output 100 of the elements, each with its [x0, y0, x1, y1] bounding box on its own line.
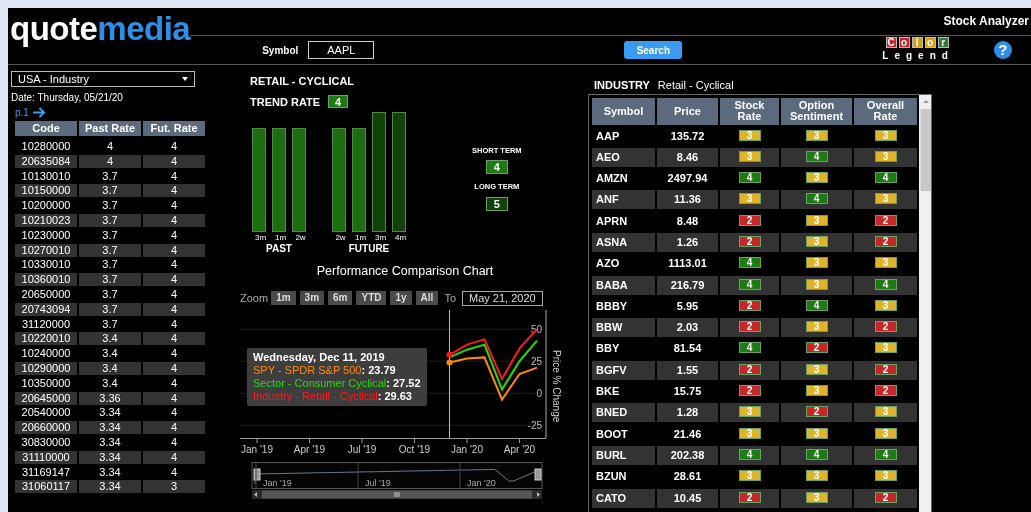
- legend-label: Legend: [882, 49, 954, 63]
- table-cell-text: 10350000: [20, 376, 72, 390]
- region-dropdown[interactable]: USA - Industry: [11, 71, 195, 87]
- zoom-button[interactable]: YTD: [356, 291, 387, 305]
- table-cell: BGFV: [592, 360, 655, 380]
- table-cell-text: 3.34: [98, 435, 122, 449]
- table-cell: 3.7: [79, 184, 141, 198]
- table-cell: 3.7: [79, 302, 141, 316]
- table-cell-text: 5.95: [675, 298, 700, 314]
- bar-label: 2w: [294, 232, 307, 244]
- table-cell-text: 10330010: [20, 258, 72, 272]
- table-cell-text: 4: [169, 287, 179, 301]
- zoom-button[interactable]: 1m: [271, 291, 296, 305]
- rating-badge: 3: [874, 470, 897, 482]
- table-cell: 4: [143, 450, 205, 464]
- table-cell-text: 31120000: [20, 317, 72, 331]
- rating-badge: 2: [874, 236, 897, 247]
- rating-badge: 4: [738, 448, 761, 460]
- group-label: FUTURE: [348, 244, 390, 254]
- table-cell-text: 15.75: [672, 384, 703, 400]
- bar-label: 3m: [253, 232, 268, 244]
- app-title: Stock Analyzer: [943, 13, 1029, 30]
- symbol-field[interactable]: AAPL: [308, 41, 375, 59]
- rating-badge: 3: [738, 427, 761, 439]
- rating-badge: 4: [738, 342, 761, 354]
- table-cell-text: 1113.01: [667, 256, 708, 272]
- rating-badge: 3: [805, 385, 828, 397]
- help-icon[interactable]: ?: [993, 41, 1012, 59]
- bar-label: 2w: [334, 232, 347, 244]
- table-cell-text: 4: [169, 435, 179, 449]
- table-cell-text: 4: [169, 347, 179, 361]
- zoom-button[interactable]: All: [415, 291, 439, 305]
- term-badge: 5: [485, 196, 508, 211]
- rating-badge: 2: [874, 491, 897, 503]
- table-cell-text: 10280000: [20, 140, 72, 153]
- column-header: Option Sentiment: [781, 97, 852, 125]
- legend-letter: o: [898, 37, 910, 48]
- table-cell-text: 3.7: [101, 228, 119, 242]
- table-cell: 2.03: [657, 318, 718, 338]
- rating-badge: 3: [805, 257, 828, 269]
- table-cell: 1.26: [657, 233, 718, 252]
- table-cell: BBW: [592, 318, 655, 338]
- table-cell: BURL: [592, 445, 655, 465]
- arrow-right-icon[interactable]: [31, 107, 46, 118]
- table-cell: ANF: [592, 190, 655, 210]
- table-cell-text: 3.34: [98, 465, 122, 479]
- trend-rate-label: TREND RATE: [250, 94, 321, 110]
- axis-label: Jan '19: [241, 444, 273, 456]
- rating-badge: 3: [874, 257, 897, 269]
- date-field[interactable]: May 21, 2020: [462, 290, 543, 306]
- table-cell: 8.46: [657, 147, 718, 167]
- rating-badge: 4: [874, 172, 897, 184]
- rating-badge: 3: [738, 406, 761, 418]
- rating-badge: 4: [874, 448, 897, 460]
- axis-label: Apr '20: [503, 444, 536, 456]
- zoom-button[interactable]: 3m: [299, 291, 325, 305]
- group-label: PAST: [266, 244, 292, 254]
- rating-badge: 4: [805, 193, 828, 205]
- table-cell-text: 4: [169, 376, 179, 390]
- axis-label: 0: [536, 388, 542, 400]
- table-cell-text: AAP: [595, 128, 621, 144]
- zoom-button[interactable]: 1y: [390, 291, 412, 305]
- axis-title: Price % Change: [551, 350, 562, 423]
- bar-label: 3m: [373, 232, 388, 244]
- legend-letter: r: [937, 37, 949, 48]
- tooltip-line: Sector - Consumer Cyclical: 27.52: [253, 377, 421, 391]
- tooltip-line: SPY - SPDR S&P 500: 23.79: [253, 364, 397, 378]
- legend-letter: l: [911, 37, 923, 48]
- table-cell: 10290000: [15, 361, 77, 375]
- table-cell: 4: [143, 332, 205, 346]
- logo: quotemedia: [9, 9, 191, 49]
- page-link[interactable]: p.1: [15, 105, 29, 120]
- axis-label: Jan '20: [451, 444, 483, 456]
- table-cell: AEO: [592, 147, 655, 167]
- zoom-button[interactable]: 6m: [328, 291, 353, 305]
- table-cell: BABA: [592, 275, 655, 295]
- zoom-label: Zoom: [240, 290, 269, 306]
- axis-label: Oct '19: [398, 444, 431, 456]
- table-cell: 31110000: [15, 450, 77, 464]
- rating-badge: 2: [874, 363, 897, 375]
- table-cell: 1.55: [657, 360, 718, 380]
- legend-letter: C: [885, 37, 897, 48]
- table-cell-text: 20650000: [20, 287, 72, 301]
- trend-rate-badge: 4: [328, 95, 349, 109]
- table-cell: 4: [79, 154, 141, 168]
- axis-label: 25: [530, 356, 542, 368]
- table-cell: 4: [143, 273, 205, 287]
- table-cell-text: 3.7: [101, 287, 119, 301]
- table-cell: BNED: [592, 403, 655, 423]
- rating-badge: 4: [805, 448, 828, 460]
- table-cell: 3.34: [79, 421, 141, 435]
- axis-label: Jan '20: [467, 478, 496, 489]
- table-cell: 4: [143, 391, 205, 405]
- rating-badge: 2: [738, 385, 761, 397]
- rating-badge: 3: [874, 299, 897, 311]
- rating-badge: 2: [738, 299, 761, 311]
- rating-badge: 2: [874, 321, 897, 333]
- table-cell: 10210023: [15, 214, 77, 227]
- symbol-label: Symbol: [262, 43, 299, 58]
- table-cell: 4: [143, 421, 205, 435]
